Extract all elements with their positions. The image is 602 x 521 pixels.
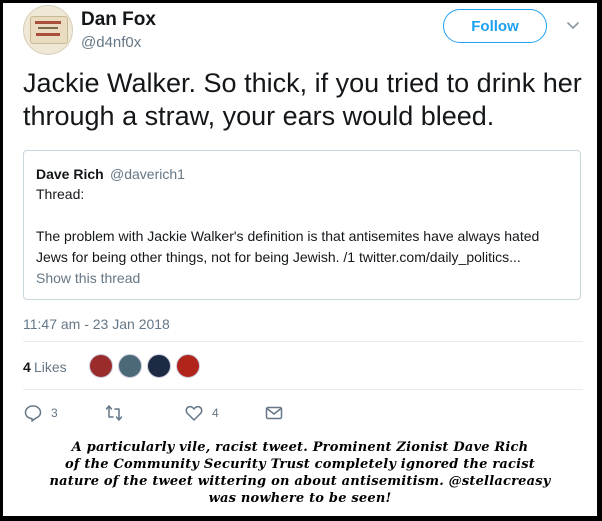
caption-line: A particularly vile, racist tweet. Promi…: [71, 440, 529, 455]
liker-avatar[interactable]: [89, 354, 113, 378]
show-thread-link[interactable]: Show this thread: [36, 270, 140, 286]
quoted-thread-label: Thread:: [36, 186, 85, 202]
retweet-button[interactable]: [104, 403, 132, 423]
caption-line: nature of the tweet wittering on about a…: [49, 474, 551, 489]
author-handle[interactable]: @d4nf0x: [81, 34, 141, 51]
reply-button[interactable]: 3: [23, 403, 58, 423]
quoted-author-handle: @daverich1: [110, 166, 185, 182]
like-count: 4: [212, 406, 219, 420]
caption-line: of the Community Security Trust complete…: [65, 457, 535, 472]
likes-label[interactable]: Likes: [34, 359, 67, 375]
retweet-icon: [105, 405, 123, 421]
reply-count: 3: [51, 406, 58, 420]
tweet-text: Jackie Walker. So thick, if you tried to…: [23, 68, 582, 131]
heart-icon: [185, 405, 203, 421]
divider: [23, 389, 583, 390]
caption-text: A particularly vile, racist tweet. Promi…: [3, 439, 597, 507]
divider: [23, 341, 583, 342]
direct-message-button[interactable]: [264, 403, 284, 423]
tweet-screenshot: Dan Fox @d4nf0x Follow Jackie Walker. So…: [3, 3, 597, 516]
reply-icon: [24, 405, 42, 422]
caption-line: was nowhere to be seen!: [208, 491, 392, 506]
author-name[interactable]: Dan Fox: [81, 9, 156, 31]
likes-count[interactable]: 4: [23, 359, 31, 375]
quoted-tweet-text: The problem with Jackie Walker's definit…: [36, 228, 540, 265]
like-button[interactable]: 4: [184, 403, 219, 423]
quoted-tweet[interactable]: Dave Rich @daverich1 Thread: The problem…: [23, 150, 581, 300]
chevron-down-icon[interactable]: [565, 17, 581, 33]
tweet-timestamp[interactable]: 11:47 am - 23 Jan 2018: [23, 316, 170, 332]
author-avatar[interactable]: [23, 5, 73, 55]
liker-avatar[interactable]: [118, 354, 142, 378]
liker-avatar[interactable]: [147, 354, 171, 378]
quoted-author-name: Dave Rich: [36, 166, 104, 182]
envelope-icon: [265, 406, 283, 420]
follow-button[interactable]: Follow: [443, 9, 547, 43]
liker-avatar[interactable]: [176, 354, 200, 378]
likers-avatars: [89, 354, 205, 378]
